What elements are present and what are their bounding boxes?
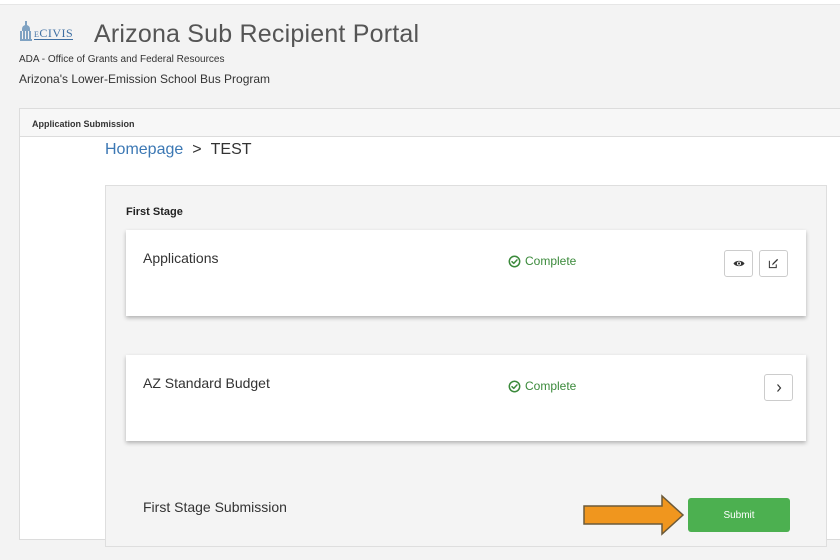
- logo-text: eCIVIS: [34, 25, 74, 40]
- check-circle-icon: [508, 255, 521, 267]
- status-complete: Complete: [508, 254, 576, 268]
- view-button[interactable]: [724, 250, 753, 277]
- status-label: Complete: [525, 379, 577, 393]
- edit-button[interactable]: [759, 250, 788, 277]
- status-label: Complete: [525, 254, 577, 268]
- breadcrumb: Homepage > TEST: [105, 141, 252, 159]
- eye-icon: [733, 260, 744, 267]
- edit-icon: [768, 258, 779, 269]
- first-stage-submission-label: First Stage Submission: [143, 499, 287, 515]
- stage-title: First Stage: [126, 206, 183, 218]
- task-name: Applications: [143, 250, 219, 266]
- breadcrumb-separator: >: [192, 141, 202, 158]
- breadcrumb-current: TEST: [210, 141, 252, 158]
- status-complete: Complete: [508, 379, 576, 393]
- application-submission-panel: Application Submission Homepage > TEST Fir…: [19, 108, 840, 547]
- open-budget-button[interactable]: [764, 374, 793, 401]
- task-card-budget: AZ Standard Budget Complete: [126, 355, 806, 441]
- task-card-applications: Applications Complete: [126, 230, 806, 316]
- annotation-arrow-icon: [583, 494, 685, 536]
- chevron-right-icon: [776, 383, 781, 392]
- capitol-icon: [20, 21, 32, 42]
- app-title: Arizona Sub Recipient Portal: [94, 20, 420, 48]
- breadcrumb-homepage-link[interactable]: Homepage: [105, 141, 183, 158]
- check-circle-icon: [508, 380, 521, 392]
- organization-name: ADA - Office of Grants and Federal Resou…: [19, 54, 225, 65]
- ecivis-logo: eCIVIS: [20, 21, 74, 42]
- task-name: AZ Standard Budget: [143, 375, 270, 391]
- top-border: [0, 0, 840, 5]
- panel-heading: Application Submission: [20, 109, 840, 137]
- program-name: Arizona's Lower-Emission School Bus Prog…: [19, 72, 271, 86]
- first-stage-panel: First Stage Applications Complete AZ Sta…: [105, 185, 827, 547]
- submit-button[interactable]: Submit: [688, 498, 790, 532]
